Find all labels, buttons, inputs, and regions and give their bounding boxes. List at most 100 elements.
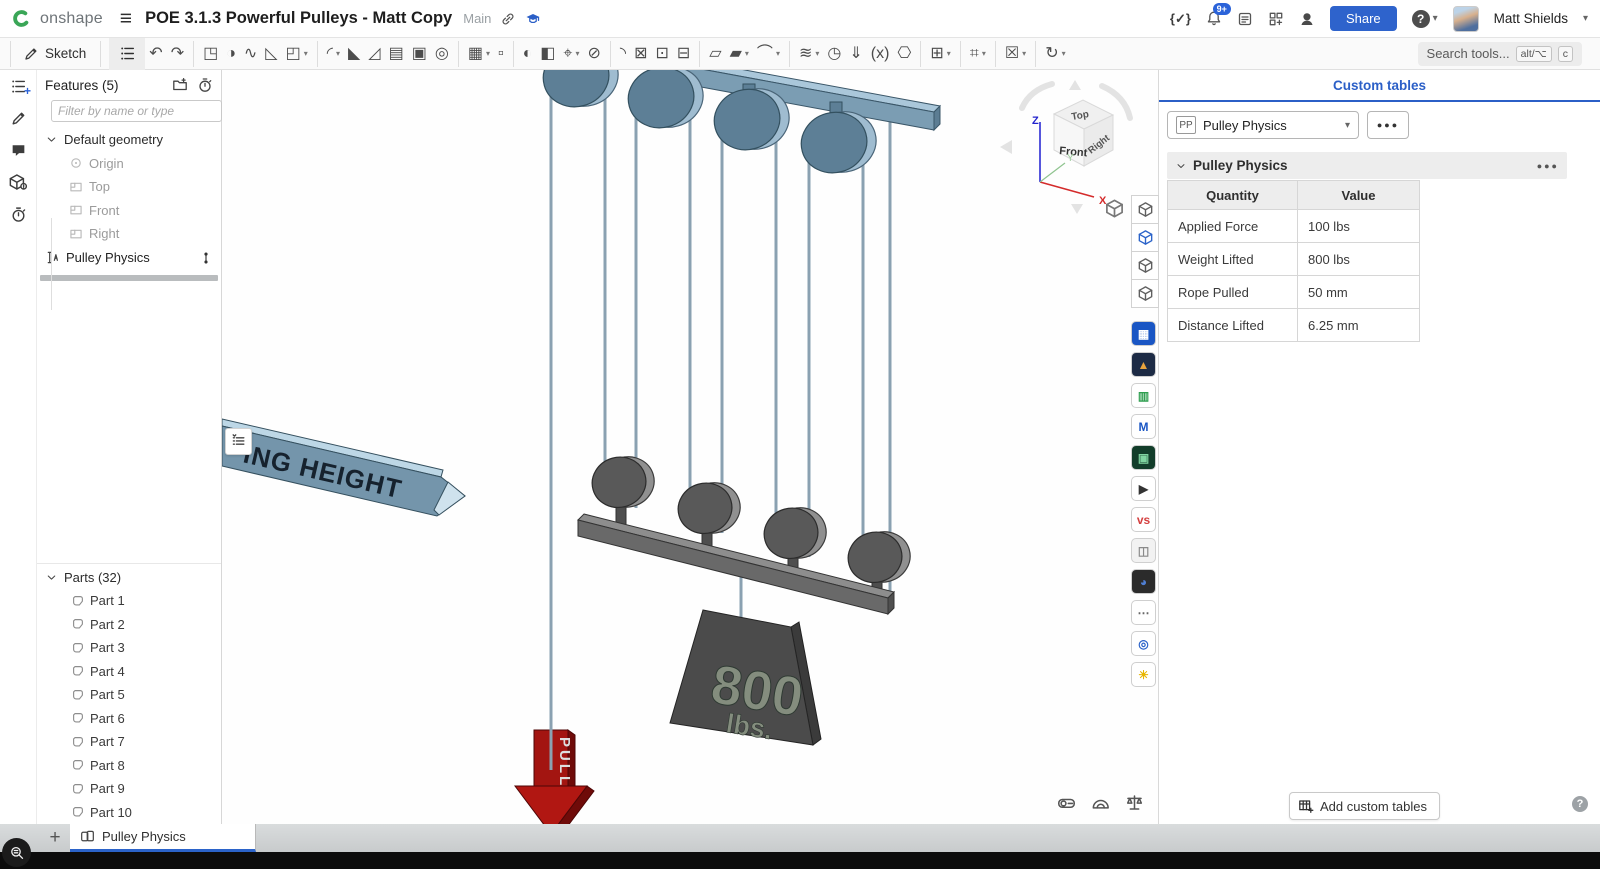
sketch-button[interactable]: Sketch (10, 41, 101, 67)
tool-caret-icon[interactable]: ▾ (947, 49, 951, 58)
tool-caret-icon[interactable]: ▾ (575, 49, 579, 58)
app-icon-vs[interactable]: vs (1131, 507, 1156, 532)
chevron-down-icon[interactable] (45, 571, 58, 584)
transform-button[interactable]: ⌖ ▾ (559, 41, 583, 67)
import-button[interactable]: ⇓ (845, 41, 866, 67)
rollback-handle-icon[interactable] (199, 251, 213, 265)
table-row[interactable]: Rope Pulled 50 mm (1168, 276, 1419, 309)
chevron-down-icon[interactable] (45, 133, 58, 146)
variables-button[interactable]: (x) (867, 41, 894, 67)
sweep-button[interactable]: ∿ (240, 41, 261, 67)
bridging-curve-button[interactable]: ⌒ ▾ (753, 41, 784, 67)
app-icon-cad-cube[interactable]: ◫ (1131, 538, 1156, 563)
hole-button[interactable]: ◎ (431, 41, 453, 67)
flatten-button[interactable]: ⌗ ▾ (960, 41, 990, 67)
extrude-button[interactable]: ◳ (193, 41, 222, 67)
loft-button[interactable]: ◺ (261, 41, 281, 67)
offset-surface-button[interactable]: ▱ (699, 41, 725, 67)
insert-feature-button[interactable]: + (0, 70, 36, 102)
frame-button[interactable]: ⎔ (893, 41, 915, 67)
featurescript-icon[interactable]: {✓} (1170, 11, 1191, 27)
stopwatch-icon[interactable] (197, 77, 213, 93)
tool-caret-icon[interactable]: ▾ (815, 49, 819, 58)
app-icon-chat[interactable]: ⋯ (1131, 600, 1156, 625)
isometric-view-button[interactable] (1104, 198, 1125, 219)
user-chevron-down-icon[interactable]: ▾ (1583, 13, 1588, 24)
tree-group-default-geometry[interactable]: Default geometry (37, 128, 221, 152)
part-item[interactable]: Part 1 (37, 589, 221, 613)
app-icon-dark-green[interactable]: ▣ (1131, 445, 1156, 470)
tool-caret-icon[interactable]: ▾ (745, 49, 749, 58)
boolean-button[interactable]: ◐ (513, 41, 537, 67)
panel-tab-appearance[interactable] (1131, 195, 1159, 224)
filter-input[interactable] (51, 100, 222, 122)
search-tools-input[interactable]: Search tools... alt/⌥ c (1418, 42, 1582, 66)
measure-button[interactable]: ◷ (823, 41, 845, 67)
table-selector-dropdown[interactable]: PP Pulley Physics ▾ (1167, 111, 1359, 139)
help-menu[interactable]: ? ▾ (1412, 10, 1438, 28)
tool-caret-icon[interactable]: ▾ (336, 49, 340, 58)
panel-tab-bom[interactable] (1131, 223, 1159, 252)
modify-fillet-button[interactable]: ◝ (610, 41, 630, 67)
part-item[interactable]: Part 5 (37, 683, 221, 707)
tool-caret-icon[interactable]: ▾ (1022, 49, 1026, 58)
notifications-button[interactable]: 9+ (1206, 10, 1222, 28)
split-button[interactable]: ◧ (536, 41, 559, 67)
link-icon[interactable] (500, 11, 516, 27)
table-section-header[interactable]: Pulley Physics ●●● (1167, 152, 1567, 179)
panel-tab-display-states[interactable] (1131, 251, 1159, 280)
rib-button[interactable]: ▤ (385, 41, 408, 67)
new-tab-button[interactable]: + (40, 824, 70, 852)
section-options-icon[interactable]: ●●● (1537, 161, 1559, 171)
avatar[interactable] (1453, 6, 1479, 32)
parts-group-header[interactable]: Parts (32) (37, 566, 221, 590)
tape-measure-icon[interactable] (1057, 793, 1076, 812)
tree-item-front-plane[interactable]: Front (37, 199, 221, 223)
app-icon-video-play[interactable]: ▶ (1131, 476, 1156, 501)
undo-button[interactable]: ↶ (145, 41, 166, 67)
ai-assistant-icon[interactable] (1299, 11, 1315, 27)
draft-button[interactable]: ◿ (364, 41, 384, 67)
sign-feature-list-button[interactable] (225, 428, 252, 455)
apps-grid-icon[interactable] (1268, 11, 1284, 27)
new-folder-icon[interactable] (172, 77, 188, 93)
shell-button[interactable]: ▣ (408, 41, 431, 67)
tool-caret-icon[interactable]: ▾ (776, 49, 780, 58)
chamfer-button[interactable]: ◣ (344, 41, 364, 67)
part-item[interactable]: Part 6 (37, 707, 221, 731)
tree-item-right-plane[interactable]: Right (37, 222, 221, 246)
delete-part-button[interactable]: ⊘ (583, 41, 604, 67)
part-item[interactable]: Part 10 (37, 801, 221, 825)
education-cap-icon[interactable] (525, 11, 541, 27)
tool-caret-icon[interactable]: ▾ (304, 49, 308, 58)
app-icon-classroom[interactable]: ▲ (1131, 352, 1156, 377)
branch-label[interactable]: Main (463, 11, 491, 26)
custom-tables-tab[interactable]: Custom tables (1159, 70, 1600, 102)
part-item[interactable]: Part 4 (37, 660, 221, 684)
boundary-surface-button[interactable]: ▰ ▾ (726, 41, 753, 67)
move-face-button[interactable]: ⊡ (651, 41, 672, 67)
mirror-button[interactable]: ▫ (494, 41, 508, 67)
table-row[interactable]: Weight Lifted 800 lbs (1168, 243, 1419, 276)
app-icon-wave[interactable]: ☀ (1131, 662, 1156, 687)
tree-item-origin[interactable]: Origin (37, 152, 221, 176)
feature-pulley-physics[interactable]: Pulley Physics (37, 246, 221, 270)
main-viewport[interactable]: 800 lbs. PULL ING HEIGHT (222, 70, 1158, 824)
scale-icon[interactable] (1125, 793, 1144, 812)
replace-face-button[interactable]: ⊟ (673, 41, 694, 67)
tasks-icon[interactable] (1237, 11, 1253, 27)
panel-help-icon[interactable]: ? (1572, 796, 1588, 812)
user-name[interactable]: Matt Shields (1494, 11, 1568, 26)
part-item[interactable]: Part 8 (37, 754, 221, 778)
feature-list-toggle-button[interactable] (109, 38, 145, 70)
view-cube[interactable]: Top Front Right Z X Y (1000, 80, 1130, 214)
chevron-down-icon[interactable] (1175, 160, 1187, 172)
part-item[interactable]: Part 9 (37, 777, 221, 801)
app-icon-green-chart[interactable]: ▥ (1131, 383, 1156, 408)
comments-button[interactable] (0, 134, 36, 166)
helix-button[interactable]: ≋ ▾ (789, 41, 823, 67)
learning-center-button[interactable] (0, 166, 36, 198)
thicken-button[interactable]: ◰ ▾ (282, 41, 312, 67)
versions-button[interactable] (0, 198, 36, 230)
table-row[interactable]: Distance Lifted 6.25 mm (1168, 309, 1419, 342)
